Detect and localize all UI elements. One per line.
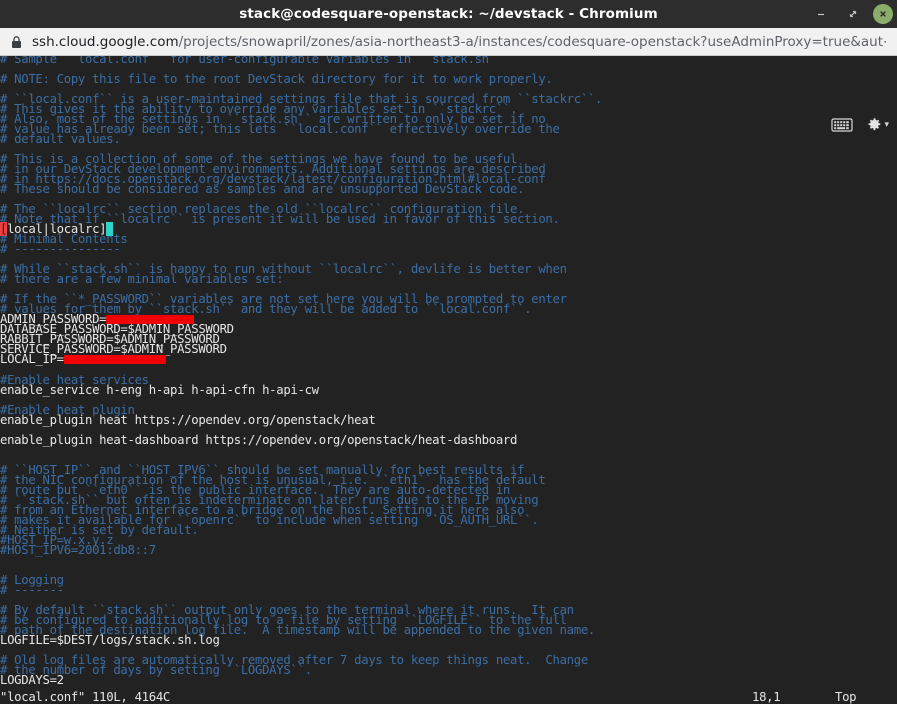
variable-assignment-text: LOCAL_IP= [0,352,64,367]
maximize-button[interactable] [841,2,865,26]
url-path: /projects/snowapril/zones/asia-northeast… [178,33,887,50]
keyboard-icon[interactable] [831,117,854,133]
terminal-line: SERVICE_PASSWORD=$ADMIN_PASSWORD [0,343,897,355]
comment-text: # there are a few minimal variables set: [0,272,284,287]
terminal-line: # value has already been set; this lets … [0,123,897,135]
terminal-line: # Sample ``local.conf`` for user-configu… [0,56,897,66]
code-text: enable_plugin heat https://opendev.org/o… [0,412,376,427]
terminal-line: # ------- [0,582,897,597]
code-text: LOGDAYS=2 [0,672,64,687]
terminal-line: LOCAL_IP= [0,352,897,367]
terminal-line: # Logging [0,574,897,586]
settings-caret: ▾ [884,119,889,129]
terminal-pane[interactable]: ▾ # Sample ``local.conf`` for user-confi… [0,56,897,704]
code-text: enable_service h-eng h-api h-api-cfn h-a… [0,382,319,397]
code-text: enable_plugin heat-dashboard https://ope… [0,432,518,447]
comment-text: # NOTE: Copy this file to the root DevSt… [0,72,553,87]
terminal-line: enable_plugin heat https://opendev.org/o… [0,412,897,427]
close-icon [880,11,886,17]
redaction-bar [63,355,167,365]
terminal-line: enable_service h-eng h-api h-api-cfn h-a… [0,382,897,397]
comment-text: # --------------- [0,242,121,257]
lock-icon [10,35,23,49]
minimize-button[interactable] [809,2,833,26]
minimize-icon [818,13,824,16]
comment-text: # default values. [0,132,121,147]
window-title: stack@codesquare-openstack: ~/devstack -… [239,6,658,22]
window-titlebar: stack@codesquare-openstack: ~/devstack -… [0,0,897,28]
terminal-line: # --------------- [0,242,897,257]
window-controls [809,0,893,28]
status-scroll-location: Top [835,690,857,704]
comment-text: # These should be considered as samples … [0,182,525,197]
terminal-line: #HOST_IPV6=2001:db8::7 [0,542,897,557]
restore-icon [849,10,857,18]
vim-status-line: "local.conf" 110L, 4164C 18,1 Top [0,690,897,704]
close-button[interactable] [873,4,893,24]
terminal-line: # values for them by ``stack.sh`` and th… [0,303,897,315]
url-host: ssh.cloud.google.com [32,33,179,50]
comment-text: # ------- [0,582,64,597]
terminal-toolbar: ▾ [831,116,889,133]
gear-icon[interactable]: ▾ [865,116,889,133]
comment-text: # Sample ``local.conf`` for user-configu… [0,56,503,66]
terminal-line: # NOTE: Copy this file to the root DevSt… [0,72,897,87]
code-text: LOGFILE=$DEST/logs/stack.sh.log [0,632,220,647]
terminal-line: # Minimal Contents [0,233,897,245]
terminal-line: # These should be considered as samples … [0,182,897,197]
comment-text: #HOST_IPV6=2001:db8::7 [0,542,156,557]
address-bar[interactable]: ssh.cloud.google.com/projects/snowapril/… [0,28,897,56]
terminal-line: # Note that if ``localrc`` is present it… [0,213,897,225]
terminal-line: enable_plugin heat-dashboard https://ope… [0,432,897,447]
terminal-text-buffer: # Sample ``local.conf`` for user-configu… [0,56,897,687]
status-cursor-position: 18,1 [752,690,781,704]
url-text: ssh.cloud.google.com/projects/snowapril/… [32,34,887,50]
status-file: "local.conf" 110L, 4164C [0,690,171,704]
